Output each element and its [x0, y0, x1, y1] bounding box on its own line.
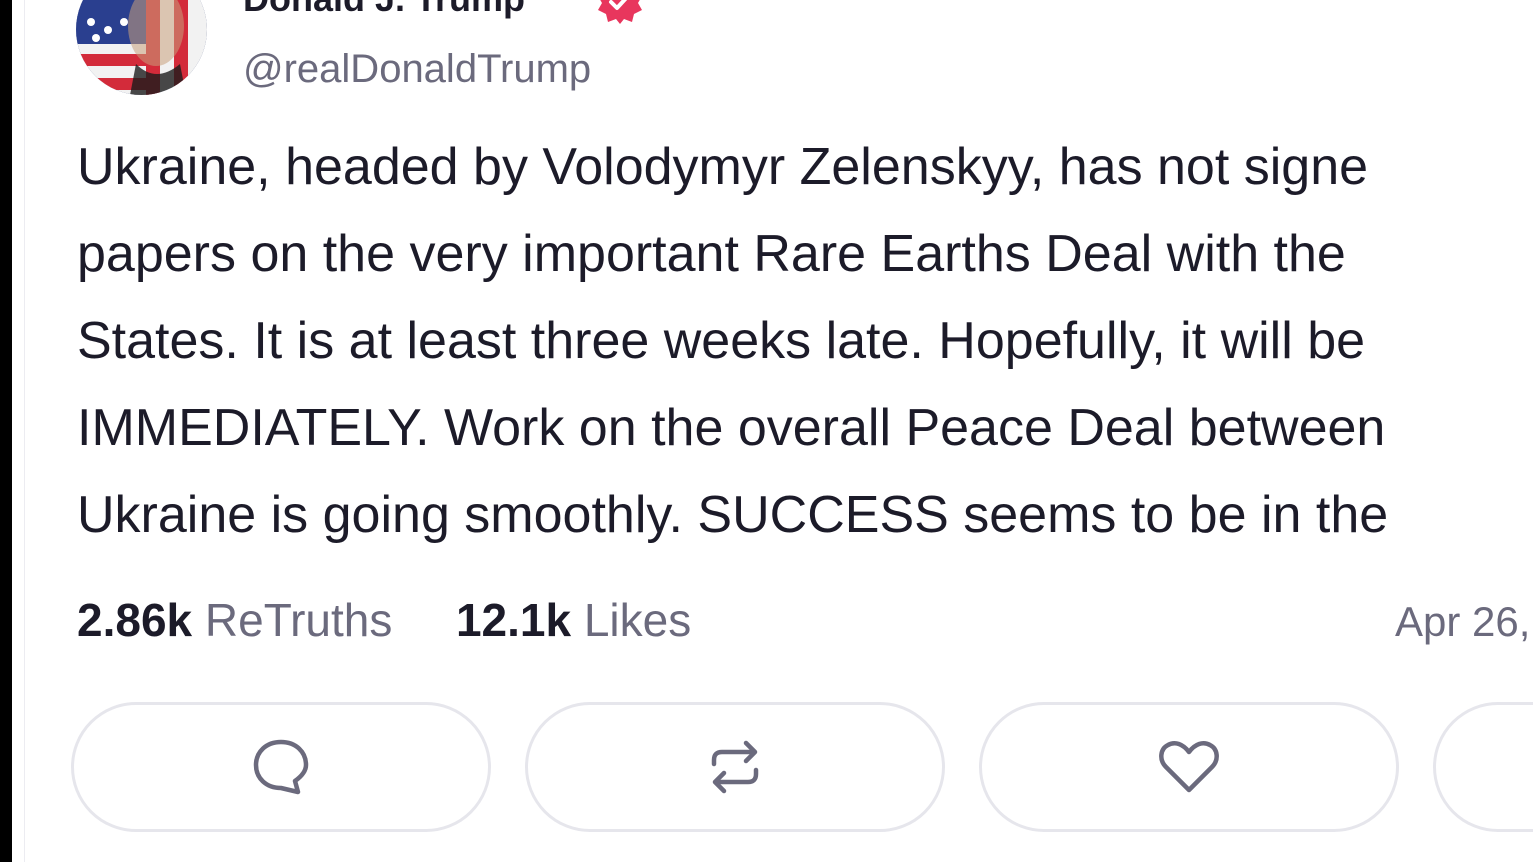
post-body: Ukraine, headed by Volodymyr Zelenskyy, …: [77, 124, 1533, 559]
reply-icon: [253, 739, 309, 795]
left-divider: [24, 0, 25, 862]
author-name[interactable]: Donald J. Trump: [243, 0, 525, 20]
retruths-count: 2.86k: [77, 594, 193, 646]
post-text-line: Ukraine, headed by Volodymyr Zelenskyy, …: [77, 138, 1369, 196]
post-stats: 2.86k ReTruths 12.1k Likes: [77, 593, 691, 647]
post-date[interactable]: Apr 26,: [1395, 597, 1530, 647]
retruths-label: ReTruths: [204, 594, 393, 646]
likes-stat[interactable]: 12.1k Likes: [443, 594, 691, 646]
likes-count: 12.1k: [455, 594, 572, 646]
like-button[interactable]: [979, 702, 1399, 832]
author-handle[interactable]: @realDonaldTrump: [243, 46, 591, 92]
retruth-icon: [711, 740, 759, 794]
left-edge-bar: [0, 0, 12, 862]
post-screen: Donald J. Trump @realDonaldTrump Ukraine…: [0, 0, 1533, 862]
post-text-line: States. It is at least three weeks late.…: [77, 312, 1366, 370]
avatar-flag-portrait-icon: [76, 0, 207, 95]
post-text-line: papers on the very important Rare Earths…: [77, 225, 1346, 283]
heart-icon: [1159, 741, 1219, 793]
reply-button[interactable]: [71, 702, 491, 832]
post-text-line: Ukraine is going smoothly. SUCCESS seems…: [77, 486, 1389, 544]
retruth-button[interactable]: [525, 702, 945, 832]
verified-badge-icon: [598, 0, 642, 24]
retruths-stat[interactable]: 2.86k ReTruths: [77, 594, 405, 646]
likes-label: Likes: [583, 594, 692, 646]
avatar[interactable]: [76, 0, 207, 95]
post-text-line: IMMEDIATELY. Work on the overall Peace D…: [77, 399, 1386, 457]
more-button[interactable]: [1433, 702, 1533, 832]
